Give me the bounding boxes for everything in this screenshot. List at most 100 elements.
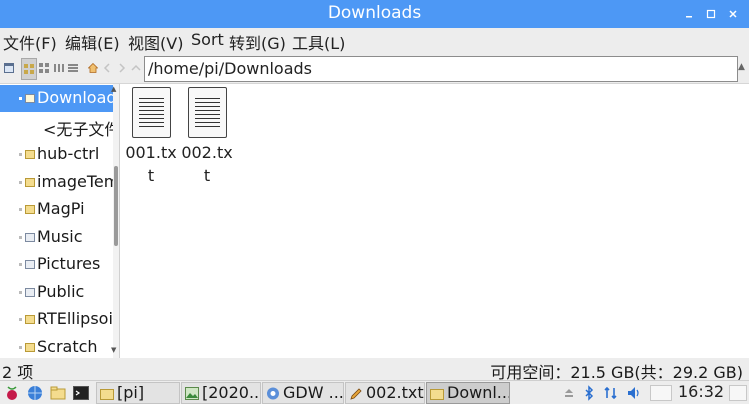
task-button-downloads[interactable]: Downl... [426, 382, 510, 404]
sidebar-item-label: Public [37, 282, 85, 301]
file-view: 001.tx t 002.tx t [121, 84, 749, 358]
tree-expander-icon[interactable] [19, 291, 22, 294]
sidebar-tree: Downloads <无子文件夹> hub-ctrl imageTemplate… [0, 84, 120, 358]
sidebar-item-scratch[interactable]: Scratch [0, 334, 113, 358]
minimize-button[interactable] [682, 7, 696, 21]
menu-view[interactable]: 视图(V) [128, 30, 183, 54]
task-button-image-viewer[interactable]: [2020... [181, 382, 261, 404]
scroll-down-icon[interactable]: ▼ [111, 346, 116, 354]
sidebar-item-label: Music [37, 227, 83, 246]
sidebar-item-pictures[interactable]: Pictures [0, 251, 113, 278]
sidebar-item-label: Pictures [37, 254, 101, 273]
task-button-chromium[interactable]: GDW ... [262, 382, 344, 404]
tree-expander-icon[interactable] [19, 346, 22, 349]
sidebar-item-label: hub-ctrl [37, 144, 100, 163]
task-button-text-editor[interactable]: 002.txt [345, 382, 425, 404]
sidebar-item-downloads[interactable]: Downloads [0, 85, 113, 112]
sidebar-item-imagetemplate[interactable]: imageTemplate [0, 169, 113, 196]
folder-icon [25, 205, 35, 214]
raspberry-menu-icon[interactable] [4, 385, 20, 401]
cpu-monitor-icon [650, 385, 672, 401]
music-folder-icon [25, 233, 35, 242]
minimize-icon [686, 16, 692, 18]
icon-view-icon [24, 64, 34, 74]
folder-icon [25, 343, 35, 352]
toolbar: /home/pi/Downloads ▲ [0, 54, 749, 84]
address-input[interactable]: /home/pi/Downloads [144, 56, 738, 82]
file-manager-icon[interactable] [50, 385, 66, 401]
new-window-icon[interactable] [4, 63, 14, 73]
folder-icon [25, 315, 35, 324]
pictures-folder-icon [25, 260, 35, 269]
sidebar-item-rtellipsoid[interactable]: RTEllipsoid [0, 306, 113, 333]
maximize-button[interactable] [704, 7, 718, 21]
thumbnail-view-icon[interactable] [39, 63, 49, 73]
folder-icon [100, 389, 114, 400]
tree-expander-icon[interactable] [19, 97, 22, 100]
sidebar-item-label: RTEllipsoid [37, 309, 113, 328]
sidebar-item-no-subfolder: <无子文件夹> [0, 113, 113, 140]
tree-expander-icon[interactable] [19, 153, 22, 156]
window-title: Downloads [327, 3, 422, 23]
public-folder-icon [25, 288, 35, 297]
folder-icon [25, 178, 35, 187]
title-bar: Downloads [0, 0, 749, 28]
menu-bar: 文件(F) 编辑(E) 视图(V) Sort 转到(G) 工具(L) [0, 28, 749, 54]
web-browser-icon[interactable] [27, 385, 43, 401]
menu-file[interactable]: 文件(F) [3, 30, 57, 54]
file-name: 001.tx t [125, 143, 177, 185]
taskbar: [pi] [2020... GDW ... 002.txt Downl... 1… [0, 380, 749, 404]
up-icon[interactable] [131, 63, 141, 73]
maximize-icon [706, 9, 716, 19]
image-viewer-icon [185, 387, 199, 400]
text-file-icon [131, 87, 171, 138]
folder-icon [430, 389, 444, 400]
menu-edit[interactable]: 编辑(E) [65, 30, 120, 54]
close-icon [729, 10, 737, 18]
menu-go[interactable]: 转到(G) [229, 30, 286, 54]
bluetooth-icon[interactable] [583, 385, 595, 401]
forward-icon[interactable] [117, 63, 127, 73]
tree-expander-icon[interactable] [19, 236, 22, 239]
tree-expander-icon[interactable] [19, 318, 22, 321]
text-file-icon [187, 87, 227, 138]
sidebar-item-public[interactable]: Public [0, 279, 113, 306]
clock[interactable]: 16:32 [678, 382, 724, 401]
volume-icon[interactable] [626, 385, 642, 401]
tree-expander-icon[interactable] [19, 263, 22, 266]
list-view-icon[interactable] [68, 63, 78, 73]
address-history-button[interactable]: ▲ [738, 62, 745, 72]
folder-icon [25, 150, 35, 159]
terminal-icon[interactable] [73, 385, 89, 401]
sidebar-item-label: imageTemplate [37, 172, 113, 191]
sidebar-item-label: MagPi [37, 199, 85, 218]
tree-expander-icon[interactable] [19, 181, 22, 184]
menu-tools[interactable]: 工具(L) [292, 30, 345, 54]
network-icon[interactable] [603, 385, 619, 401]
task-button-pi[interactable]: [pi] [96, 382, 180, 404]
sidebar-item-magpi[interactable]: MagPi [0, 196, 113, 223]
file-item[interactable]: 002.tx t [177, 87, 237, 187]
sidebar-scrollbar-thumb[interactable] [114, 166, 118, 246]
sidebar-item-hub-ctrl[interactable]: hub-ctrl [0, 141, 113, 168]
eject-icon[interactable] [563, 385, 575, 401]
close-button[interactable] [726, 7, 740, 21]
menu-sort[interactable]: Sort [191, 30, 224, 49]
sidebar-item-label: Downloads [37, 88, 113, 107]
sidebar-item-label: Scratch [37, 337, 98, 356]
file-name: 002.tx t [181, 143, 233, 185]
shutdown-icon[interactable] [729, 385, 747, 401]
compact-view-icon[interactable] [54, 63, 64, 73]
file-item[interactable]: 001.tx t [121, 87, 181, 187]
downloads-folder-icon [25, 94, 35, 103]
icon-view-button[interactable] [21, 58, 37, 80]
status-bar: 2 项 可用空间：21.5 GB(共：29.2 GB) [0, 358, 749, 382]
back-icon[interactable] [102, 63, 112, 73]
sidebar-item-label: <无子文件夹> [43, 120, 113, 139]
chromium-icon [267, 387, 279, 400]
sidebar-item-music[interactable]: Music [0, 224, 113, 251]
tree-expander-icon[interactable] [19, 208, 22, 211]
scroll-up-icon[interactable]: ▲ [111, 85, 116, 93]
text-editor-icon [350, 388, 362, 400]
home-icon[interactable] [88, 63, 98, 73]
